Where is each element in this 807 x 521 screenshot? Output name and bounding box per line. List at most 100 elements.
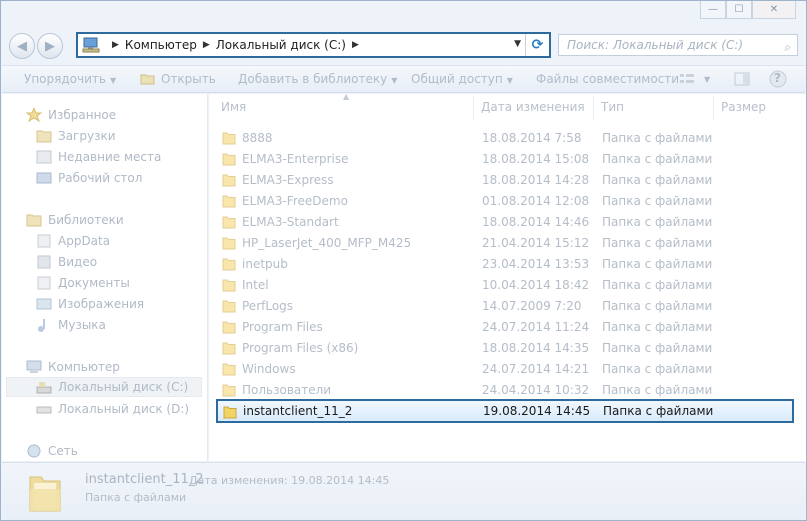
file-row[interactable]: ELMA3-Enterprise 18.08.2014 15:08 Папка с … [217,149,793,169]
file-date-modified: 18.08.2014 15:08 [482,152,590,166]
sidebar-item-desktop[interactable]: Рабочий стол [36,168,142,188]
file-row[interactable]: Windows 24.07.2014 14:21 Папка с файлами [217,359,793,379]
crumb-local-disk-c[interactable]: Локальный диск (C:) [216,38,346,52]
chevron-down-icon: ▼ [109,76,117,85]
sidebar-network[interactable]: Сеть [26,441,78,461]
column-header-size[interactable]: Размер [721,100,766,114]
refresh-button[interactable]: ⟳ [525,34,549,56]
file-type: Папка с файлами [602,215,713,229]
search-icon[interactable]: ⌕ [784,37,791,57]
minimize-button[interactable]: — [700,1,726,19]
file-row[interactable]: ELMA3-FreeDemo 01.08.2014 12:08 Папка с фа… [217,191,793,211]
file-name: Program Files (x86) [242,341,359,355]
file-row[interactable]: instantclient_11_2 19.08.2014 14:45 Папка … [216,399,794,423]
file-list: ▲ Имя Дата изменения Тип Размер 8888 18.0… [209,92,806,461]
view-dropdown-icon[interactable]: ▼ [704,75,710,84]
column-divider[interactable] [593,96,594,120]
file-name: PerfLogs [242,299,294,313]
organize-button[interactable]: Упорядочить ▼ [24,72,116,86]
recent-places-icon [36,150,52,164]
sidebar-item-label: Документы [58,276,130,290]
add-to-library-button[interactable]: Добавить в библиотеку ▼ [238,72,397,86]
file-name: 8888 [242,131,273,145]
share-button[interactable]: Общий доступ ▼ [411,72,513,86]
folder-icon [222,173,236,187]
file-row[interactable]: HP_LaserJet_400_MFP_M425 21.04.2014 15:12… [217,233,793,253]
crumb-computer[interactable]: Компьютер [125,38,197,52]
forward-button[interactable]: ▶ [37,33,63,59]
sidebar-computer[interactable]: Компьютер [26,357,120,377]
file-row[interactable]: ELMA3-Express 18.08.2014 14:28 Папка с фай… [217,170,793,190]
file-name: inetpub [242,257,288,271]
folder-icon [222,341,236,355]
drive-icon [36,402,52,416]
file-row[interactable]: Program Files 24.07.2014 11:24 Папка с фай… [217,317,793,337]
address-dropdown-icon[interactable]: ▼ [514,39,521,49]
view-options-icon[interactable] [679,72,695,86]
file-row[interactable]: ELMA3-Standart 18.08.2014 14:46 Папка с фа… [217,212,793,232]
column-header-name[interactable]: Имя [221,100,246,114]
details-name: instantclient_11_2 [85,472,204,487]
compatibility-files-button[interactable]: Файлы совместимости [536,72,679,86]
sidebar-item-local-disk-c[interactable]: Локальный диск (C:) [6,377,202,397]
sidebar-item-recent[interactable]: Недавние места [36,147,161,167]
open-button[interactable]: Открыть [161,72,216,86]
file-name: Intel [242,278,269,292]
close-button[interactable]: ✕ [752,1,796,19]
network-icon [26,444,42,458]
crumb-separator[interactable]: ▶ [352,40,359,50]
sidebar-item-appdata[interactable]: AppData [36,231,110,251]
libraries-icon [26,213,42,227]
video-library-icon [36,255,52,269]
file-date-modified: 24.07.2014 11:24 [482,320,590,334]
file-date-modified: 24.04.2014 10:32 [482,383,590,397]
column-divider[interactable] [713,96,714,120]
file-row[interactable]: 8888 18.08.2014 7:58 Папка с файлами [217,128,793,148]
open-folder-icon [140,72,156,86]
file-row[interactable]: PerfLogs 14.07.2009 7:20 Папка с файлами [217,296,793,316]
sidebar-item-music[interactable]: Музыка [36,315,106,335]
organize-label: Упорядочить [24,72,106,86]
navigation-pane: Избранное Загрузки Недавние места Рабочи… [2,94,208,461]
file-row[interactable]: Intel 10.04.2014 18:42 Папка с файлами [217,275,793,295]
file-date-modified: 19.08.2014 14:45 [483,404,591,418]
sidebar-item-label: Видео [58,255,98,269]
file-type: Папка с файлами [602,152,713,166]
file-date-modified: 01.08.2014 12:08 [482,194,590,208]
file-row[interactable]: Program Files (x86) 18.08.2014 14:35 Папка… [217,338,793,358]
file-type: Папка с файлами [602,320,713,334]
search-input[interactable]: Поиск: Локальный диск (C:) ⌕ [558,34,798,56]
file-type: Папка с файлами [602,257,713,271]
preview-pane-icon[interactable] [734,72,750,86]
folder-icon [222,362,236,376]
sidebar-favorites[interactable]: Избранное [25,105,116,125]
computer-icon [26,360,42,374]
maximize-button[interactable]: ☐ [726,1,752,19]
address-bar[interactable]: ▶ Компьютер ▶ Локальный диск (C:) ▶ ▼ ⟳ [76,32,551,58]
chevron-down-icon: ▼ [391,76,398,85]
desktop-icon [36,171,52,185]
sidebar-item-documents[interactable]: Документы [36,273,130,293]
sidebar-item-label: Локальный диск (D:) [58,402,190,416]
folder-icon [222,194,236,208]
file-row[interactable]: Пользователи 24.04.2014 10:32 Папка с файл… [217,380,793,400]
file-type: Папка с файлами [602,341,713,355]
command-bar: Упорядочить ▼ Открыть Добавить в библиоте… [2,65,805,93]
sidebar-item-label: Изображения [58,297,145,311]
back-button[interactable]: ◀ [9,33,35,59]
column-header-date[interactable]: Дата изменения [481,100,585,114]
sidebar-item-label: Музыка [58,318,106,332]
sidebar-item-video[interactable]: Видео [36,252,97,272]
sidebar-network-label: Сеть [48,444,78,458]
sidebar-item-downloads[interactable]: Загрузки [36,126,116,146]
column-header-type[interactable]: Тип [601,100,624,114]
file-type: Папка с файлами [602,362,713,376]
crumb-separator[interactable]: ▶ [112,40,119,50]
file-date-modified: 18.08.2014 14:35 [482,341,590,355]
file-row[interactable]: inetpub 23.04.2014 13:53 Папка с файлами [217,254,793,274]
sidebar-item-local-disk-d[interactable]: Локальный диск (D:) [36,399,189,419]
crumb-separator[interactable]: ▶ [203,40,210,50]
sidebar-item-pictures[interactable]: Изображения [36,294,144,314]
column-divider[interactable] [473,96,474,120]
sidebar-libraries[interactable]: Библиотеки [26,210,124,230]
